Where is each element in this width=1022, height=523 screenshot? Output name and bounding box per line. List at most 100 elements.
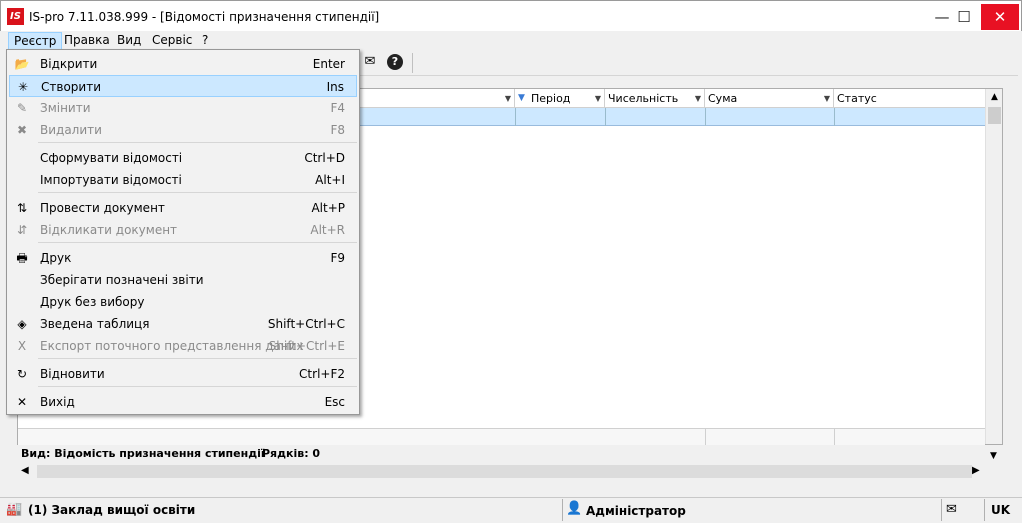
column-header-sum[interactable]: Сума ▼ (705, 89, 834, 108)
menu-item-print-item[interactable]: 🖶 Друк F9 (9, 247, 357, 269)
status-bar: 🏭 (1) Заклад вищої освіти 👤 Адміністрато… (0, 497, 1022, 523)
menu-item-shortcut: Ctrl+D (304, 151, 345, 165)
revoke-document-icon: ⇵ (16, 223, 28, 237)
user-label: Адміністратор (586, 504, 686, 518)
menu-item-label: Створити (41, 80, 101, 94)
scroll-left-icon[interactable]: ◀ (21, 465, 29, 476)
printer-icon: 🖶 (16, 251, 28, 265)
menu-item-pivot-item[interactable]: ◈ Зведена таблиця Shift+Ctrl+C (9, 313, 357, 335)
menu-item-create-item[interactable]: ✳ Створити Ins (9, 75, 357, 97)
menu-item-shortcut: F4 (330, 101, 345, 115)
factory-icon: 🏭 (6, 502, 23, 517)
menu-item-exit-item[interactable]: ✕ Вихід Esc (9, 391, 357, 413)
user-icon: 👤 (566, 501, 583, 516)
menu-item-edit-item: ✎ Змінити F4 (9, 97, 357, 119)
menu-separator (38, 192, 357, 193)
menu-item-shortcut: Esc (324, 395, 345, 409)
menu-servis[interactable]: Сервіс (147, 32, 197, 50)
menu-item-label: Провести документ (40, 201, 165, 215)
menu-item-shortcut: Shift+Ctrl+E (268, 339, 345, 353)
column-filter-icon[interactable]: ▼ (824, 89, 830, 108)
grid-totals-row (18, 428, 985, 445)
menu-bar: Реєстр Правка Вид Сервіс ? (0, 31, 1022, 50)
delete-icon: ✖ (16, 123, 28, 137)
menu-item-import-item[interactable]: Імпортувати відомості Alt+I (9, 169, 357, 191)
open-folder-icon: 📂 (14, 57, 30, 71)
menu-separator (38, 142, 357, 143)
refresh-icon: ↻ (16, 367, 28, 381)
window-title: IS-pro 7.11.038.999 - [Відомості признач… (29, 10, 380, 24)
scroll-right-icon[interactable]: ▶ (972, 465, 980, 476)
menu-item-print-no-select-item[interactable]: Друк без вибору (9, 291, 357, 313)
scroll-thumb[interactable] (988, 107, 1001, 124)
menu-pravka[interactable]: Правка (59, 32, 115, 50)
row-divider (705, 108, 706, 126)
totals-divider (705, 428, 706, 445)
sort-desc-icon: ▼ (518, 93, 525, 103)
menu-item-revoke-item: ⇵ Відкликати документ Alt+R (9, 219, 357, 241)
help-icon[interactable]: ? (387, 54, 403, 70)
column-header-period[interactable]: ▼ Період ▼ (515, 89, 605, 108)
menu-item-label: Імпортувати відомості (40, 173, 182, 187)
menu-separator (38, 386, 357, 387)
mail-icon[interactable]: ✉ (361, 53, 379, 71)
menu-item-label: Зведена таблиця (40, 317, 150, 331)
rows-count: Рядків: 0 (262, 447, 321, 460)
menu-item-shortcut: Ctrl+F2 (299, 367, 345, 381)
row-divider (515, 108, 516, 126)
scroll-thumb[interactable] (37, 465, 972, 478)
column-filter-icon[interactable]: ▼ (595, 89, 601, 108)
status-divider (562, 499, 563, 521)
menu-item-post-item[interactable]: ⇅ Провести документ Alt+P (9, 197, 357, 219)
menu-vyd[interactable]: Вид (112, 32, 146, 50)
language-indicator[interactable]: UK (991, 503, 1010, 517)
menu-item-label: Видалити (40, 123, 102, 137)
totals-divider (834, 428, 835, 445)
menu-item-shortcut: Alt+R (310, 223, 345, 237)
menu-item-shortcut: Alt+P (311, 201, 345, 215)
column-header-count[interactable]: Чисельність ▼ (605, 89, 705, 108)
new-document-icon: ✳ (17, 80, 29, 94)
menu-item-label: Змінити (40, 101, 91, 115)
column-header-status[interactable]: Статус (834, 89, 985, 108)
scroll-down-icon[interactable]: ▼ (985, 449, 1002, 463)
menu-item-save-marked-item[interactable]: Зберігати позначені звіти (9, 269, 357, 291)
menu-item-shortcut: Shift+Ctrl+C (267, 317, 345, 331)
menu-item-open-item[interactable]: 📂 Відкрити Enter (9, 53, 357, 75)
menu-item-label: Експорт поточного представлення даних (40, 339, 304, 353)
horizontal-scrollbar[interactable]: ◀ ▶ (17, 463, 985, 480)
menu-item-delete-item: ✖ Видалити F8 (9, 119, 357, 141)
maximize-button[interactable]: ☐ (949, 4, 979, 30)
menu-item-label: Вихід (40, 395, 75, 409)
post-document-icon: ⇅ (16, 201, 28, 215)
column-filter-icon[interactable]: ▼ (505, 89, 511, 108)
edit-icon: ✎ (16, 101, 28, 115)
status-divider (984, 499, 985, 521)
menu-separator (38, 358, 357, 359)
scroll-up-icon[interactable]: ▲ (986, 91, 1003, 103)
reiestr-dropdown-menu: 📂 Відкрити Enter ✳ Створити Ins ✎ Змінити F4 ✖ Вид… (6, 49, 360, 415)
menu-help[interactable]: ? (197, 32, 213, 50)
menu-item-label: Зберігати позначені звіти (40, 273, 204, 287)
app-logo-icon: IS (7, 8, 24, 25)
mail-icon[interactable]: ✉ (946, 502, 957, 517)
close-button[interactable]: ✕ (981, 4, 1019, 30)
vertical-scrollbar[interactable]: ▲ (985, 89, 1002, 444)
menu-item-label: Сформувати відомості (40, 151, 183, 165)
title-bar: IS IS-pro 7.11.038.999 - [Відомості приз… (0, 0, 1022, 31)
menu-item-label: Відновити (40, 367, 105, 381)
column-filter-icon[interactable]: ▼ (695, 89, 701, 108)
organization-label[interactable]: (1) Заклад вищої освіти (28, 503, 195, 517)
menu-item-generate-item[interactable]: Сформувати відомості Ctrl+D (9, 147, 357, 169)
menu-item-label: Друк (40, 251, 72, 265)
menu-item-shortcut: Enter (312, 57, 345, 71)
menu-separator (38, 242, 357, 243)
menu-item-refresh-item[interactable]: ↻ Відновити Ctrl+F2 (9, 363, 357, 385)
menu-item-label: Друк без вибору (40, 295, 145, 309)
menu-item-shortcut: F9 (330, 251, 345, 265)
row-divider (834, 108, 835, 126)
view-label: Вид: Відомість призначення стипендії (21, 447, 265, 460)
menu-item-shortcut: F8 (330, 123, 345, 137)
menu-item-shortcut: Ins (326, 80, 344, 94)
menu-reiestr[interactable]: Реєстр (8, 32, 63, 50)
